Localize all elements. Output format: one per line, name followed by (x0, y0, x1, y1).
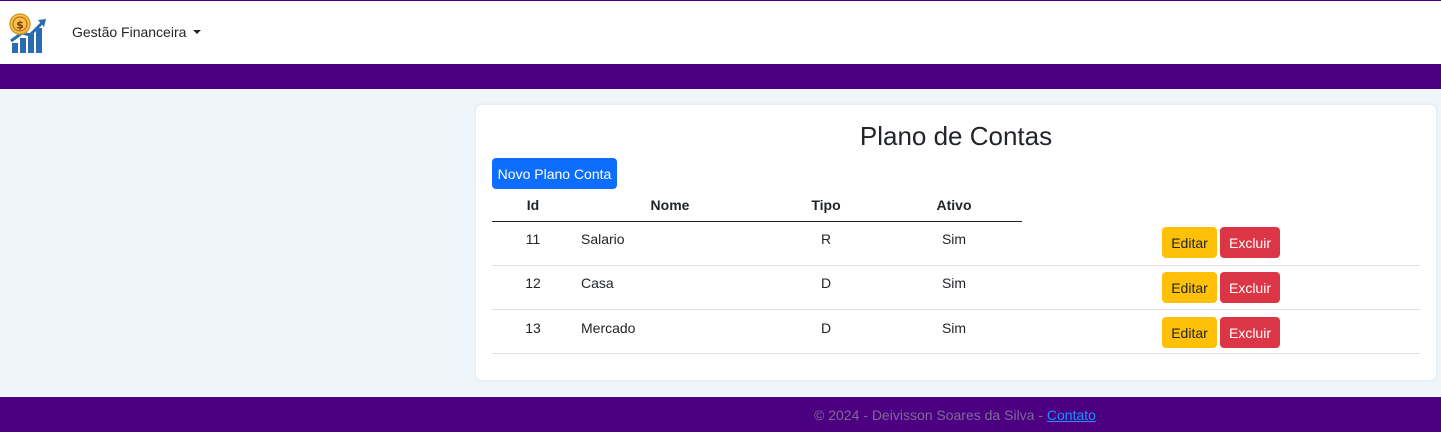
delete-button[interactable]: Excluir (1220, 227, 1280, 258)
dropdown-label: Gestão Financeira (72, 24, 187, 40)
contato-link[interactable]: Contato (1047, 407, 1096, 423)
copyright-text: © 2024 - Deivisson Soares da Silva - (814, 407, 1047, 423)
table-row: 13 Mercado D Sim Editar Excluir (492, 310, 1420, 354)
cell-id: 11 (525, 231, 541, 247)
column-header-tipo: Tipo (811, 197, 841, 213)
footer: © 2024 - Deivisson Soares da Silva - Con… (0, 397, 1441, 432)
cell-tipo: D (820, 320, 832, 336)
delete-button[interactable]: Excluir (1220, 272, 1280, 303)
caret-down-icon (193, 30, 202, 34)
table-row: 11 Salario R Sim Editar Excluir (492, 222, 1420, 266)
page-title: Plano de Contas (859, 121, 1053, 151)
cell-ativo: Sim (941, 231, 967, 247)
cell-nome: Casa (581, 275, 614, 291)
cell-nome: Mercado (581, 320, 636, 336)
footer-text: © 2024 - Deivisson Soares da Silva - Con… (0, 407, 1441, 423)
cell-id: 13 (525, 320, 541, 336)
delete-button[interactable]: Excluir (1220, 317, 1280, 348)
column-header-nome: Nome (650, 197, 690, 213)
header-band (0, 64, 1441, 89)
cell-tipo: R (820, 231, 832, 247)
table-row: 12 Casa D Sim Editar Excluir (492, 266, 1420, 310)
plano-contas-card: Plano de Contas Novo Plano Conta Id Nome… (476, 105, 1436, 380)
gestao-financeira-dropdown[interactable]: Gestão Financeira (72, 24, 202, 40)
novo-plano-conta-button[interactable]: Novo Plano Conta (492, 158, 617, 189)
cell-ativo: Sim (941, 320, 967, 336)
column-header-ativo: Ativo (936, 197, 972, 213)
cell-tipo: D (820, 275, 832, 291)
column-header-id: Id (526, 197, 540, 213)
edit-button[interactable]: Editar (1162, 272, 1217, 303)
cell-ativo: Sim (941, 275, 967, 291)
cell-nome: Salario (581, 231, 625, 247)
edit-button[interactable]: Editar (1162, 227, 1217, 258)
navbar: $ Gestão Financeira (0, 1, 1441, 64)
cell-id: 12 (525, 275, 541, 291)
svg-text:$: $ (16, 19, 24, 32)
edit-button[interactable]: Editar (1162, 317, 1217, 348)
finance-growth-logo-icon[interactable]: $ (8, 11, 48, 55)
row-divider (492, 353, 1420, 354)
